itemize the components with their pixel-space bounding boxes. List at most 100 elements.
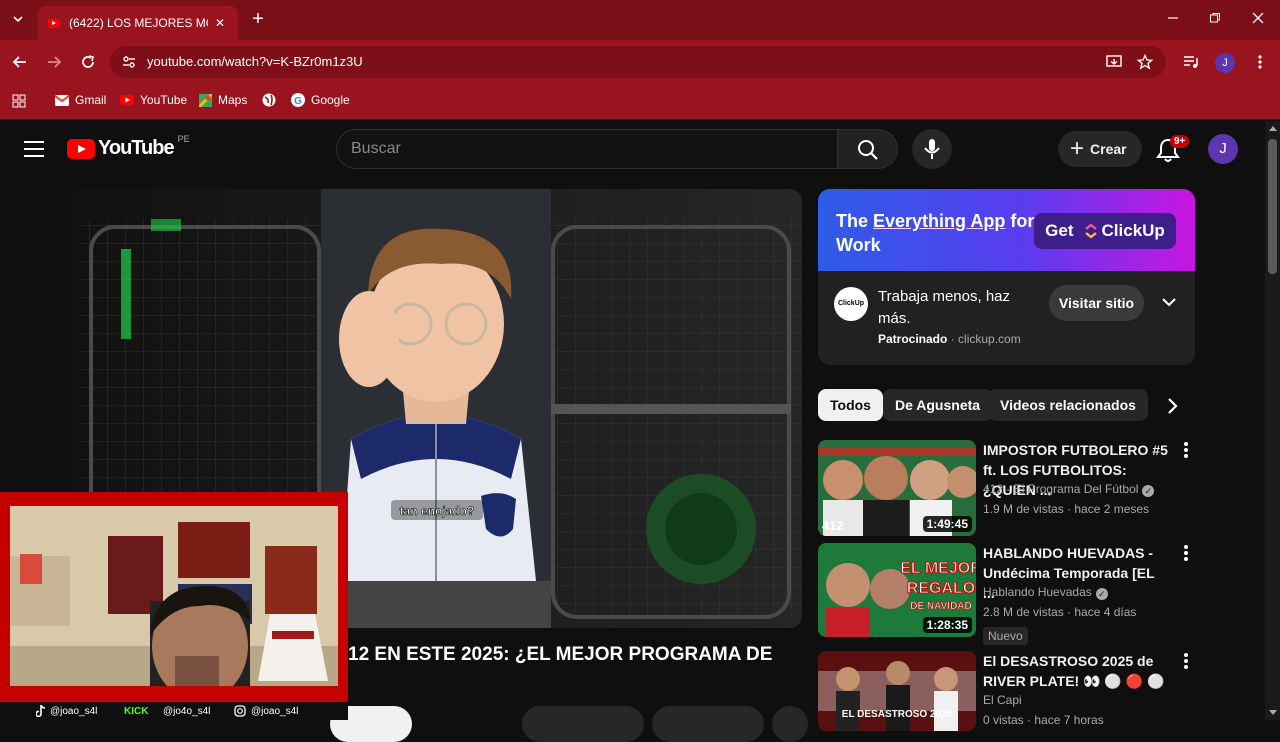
notification-count-badge: 9+ — [1170, 135, 1190, 148]
bookmark-google[interactable]: G Google — [291, 93, 350, 107]
close-window-button[interactable] — [1248, 9, 1268, 29]
video-thumbnail[interactable]: 412 1:49:45 — [818, 440, 976, 536]
instagram-icon — [234, 705, 246, 717]
advertiser-logo[interactable]: ClickUp — [834, 287, 868, 321]
bookmark-label: Google — [311, 93, 350, 107]
video-title: 12 EN ESTE 2025: ¿EL MEJOR PROGRAMA DE — [348, 644, 773, 665]
voice-search-button[interactable] — [912, 129, 952, 169]
bookmark-gmail[interactable]: Gmail — [55, 93, 106, 107]
svg-text:EL MEJOR: EL MEJOR — [900, 560, 976, 577]
ad-banner[interactable]: The Everything App for Work Get ClickUp — [818, 189, 1195, 271]
tiktok-handle: @joao_s4l — [50, 706, 98, 717]
hamburger-menu-icon[interactable] — [24, 141, 44, 157]
kebab-menu-icon[interactable] — [1252, 54, 1268, 70]
youtube-header: YouTube PE + Crear 9+ J — [0, 121, 1265, 177]
bookmark-globe[interactable] — [262, 93, 276, 107]
social-handles-bar: @joao_s4l KICK @jo4o_s4l @joao_s4l — [0, 702, 348, 720]
more-options-icon[interactable] — [1180, 545, 1192, 565]
webcam-overlay-frame — [0, 492, 348, 702]
new-badge: Nuevo — [983, 627, 1028, 645]
video-thumbnail[interactable]: EL MEJOR REGALO DE NAVIDAD 1:28:35 — [818, 543, 976, 637]
account-avatar[interactable]: J — [1208, 134, 1238, 164]
youtube-favicon-icon — [48, 18, 60, 28]
reload-icon[interactable] — [80, 54, 96, 70]
chevron-right-icon[interactable] — [1160, 394, 1184, 418]
channel-name[interactable]: 412 - El Programa Del Fútbol ✓ — [983, 482, 1155, 497]
verified-check-icon: ✓ — [1095, 588, 1108, 600]
more-options-icon[interactable] — [1180, 442, 1192, 462]
restore-icon — [1210, 13, 1220, 23]
bookmark-star-icon[interactable] — [1137, 54, 1153, 70]
svg-text:EL DESASTROSO 2025: EL DESASTROSO 2025 — [842, 709, 953, 720]
back-arrow-icon[interactable] — [12, 54, 28, 70]
google-icon: G — [291, 93, 305, 107]
scroll-down-arrow-icon[interactable] — [1269, 710, 1277, 716]
instagram-handle: @joao_s4l — [251, 706, 299, 717]
country-code: PE — [177, 133, 190, 144]
browser-tab-bar: (6422) LOS MEJORES MOME ✕ + — [0, 0, 1280, 40]
like-dislike-pill[interactable] — [522, 706, 644, 742]
more-options-icon[interactable] — [1180, 653, 1192, 673]
install-app-icon[interactable] — [1106, 54, 1122, 70]
svg-text:REGALO: REGALO — [907, 580, 975, 597]
tiktok-icon — [36, 705, 46, 717]
profile-avatar[interactable]: J — [1215, 53, 1235, 73]
globe-icon — [262, 93, 276, 107]
chevron-down-icon[interactable] — [1160, 293, 1178, 311]
related-video-item[interactable]: EL DESASTROSO 2025 El DESASTROSO 2025 de… — [818, 651, 1208, 731]
related-video-title[interactable]: El DESASTROSO 2025 de RIVER PLATE! 👀 ⚪ 🔴… — [983, 651, 1168, 691]
channel-name[interactable]: El Capi — [983, 693, 1022, 707]
webcam-feed — [10, 506, 338, 686]
sponsored-ad-card[interactable]: The Everything App for Work Get ClickUp … — [818, 189, 1195, 365]
address-bar[interactable]: youtube.com/watch?v=K-BZr0m1z3U — [110, 46, 1166, 78]
scroll-up-arrow-icon[interactable] — [1269, 125, 1277, 131]
clickup-logo-icon — [1084, 223, 1097, 239]
site-settings-icon[interactable] — [122, 55, 136, 69]
apps-grid-icon[interactable] — [12, 94, 26, 108]
chip-todos[interactable]: Todos — [818, 389, 883, 421]
youtube-logo[interactable]: YouTube PE — [67, 133, 190, 160]
page-scrollbar[interactable] — [1265, 121, 1280, 720]
related-video-item[interactable]: EL MEJOR REGALO DE NAVIDAD 1:28:35 HABLA… — [818, 543, 1208, 647]
browser-tab[interactable]: (6422) LOS MEJORES MOME ✕ — [38, 6, 238, 40]
media-control-icon[interactable] — [1183, 54, 1199, 70]
scrollbar-thumb[interactable] — [1268, 139, 1277, 274]
tab-close-icon[interactable]: ✕ — [212, 15, 228, 31]
webcam-room-image — [10, 506, 338, 686]
search-input[interactable] — [351, 140, 811, 158]
related-video-item[interactable]: 412 1:49:45 IMPOSTOR FUTBOLERO #5 ft. LO… — [818, 440, 1208, 536]
chevron-down-icon — [13, 16, 23, 23]
svg-text:G: G — [294, 96, 302, 107]
ad-description: Trabaja menos, haz más. — [878, 288, 1011, 327]
svg-text:DE NAVIDAD: DE NAVIDAD — [910, 601, 971, 612]
tab-search-button[interactable] — [8, 10, 28, 30]
close-icon — [1252, 12, 1264, 24]
visit-site-button[interactable]: Visitar sitio — [1049, 285, 1144, 321]
bookmark-youtube[interactable]: YouTube — [120, 93, 187, 107]
video-meta: 1.9 M de vistas · hace 2 meses — [983, 502, 1150, 516]
more-actions-pill[interactable] — [772, 706, 808, 742]
video-duration: 1:28:35 — [922, 617, 972, 633]
chip-de-agusneta[interactable]: De Agusneta — [883, 389, 993, 421]
new-tab-button[interactable]: + — [248, 9, 268, 29]
search-box[interactable] — [336, 129, 838, 169]
channel-name[interactable]: Hablando Huevadas ✓ — [983, 585, 1108, 600]
chip-videos-relacionados[interactable]: Videos relacionados — [988, 389, 1148, 421]
restore-button[interactable] — [1205, 9, 1225, 29]
bookmark-label: YouTube — [140, 93, 188, 107]
ad-get-button[interactable]: Get ClickUp — [1034, 213, 1176, 249]
share-pill[interactable] — [652, 706, 764, 742]
bookmark-label: Gmail — [75, 93, 107, 107]
video-meta: 2.8 M de vistas · hace 4 días — [983, 605, 1137, 619]
create-button[interactable]: + Crear — [1058, 131, 1142, 167]
bookmark-maps[interactable]: Maps — [199, 93, 247, 107]
maps-icon — [199, 93, 212, 107]
kick-label: KICK — [124, 706, 149, 717]
forward-arrow-icon[interactable] — [46, 54, 62, 70]
search-button[interactable] — [838, 129, 898, 169]
svg-text:412: 412 — [822, 518, 844, 533]
video-caption: tan enojado? — [400, 504, 475, 518]
video-thumbnail[interactable]: EL DESASTROSO 2025 — [818, 651, 976, 731]
minimize-button[interactable] — [1163, 9, 1183, 29]
bookmarks-bar: Gmail YouTube Maps G Google — [0, 84, 1280, 120]
